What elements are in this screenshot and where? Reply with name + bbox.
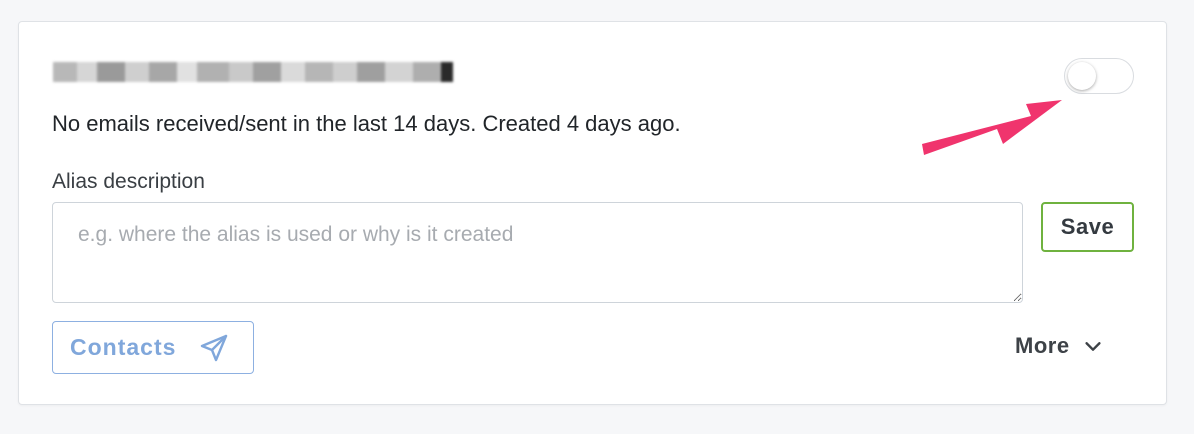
alias-enable-toggle[interactable] [1064,58,1134,94]
more-label: More [1015,333,1070,358]
chevron-down-icon [1082,335,1104,357]
alias-description-label: Alias description [52,170,205,193]
alias-activity-text: No emails received/sent in the last 14 d… [52,111,681,136]
arrow-icon [922,100,1062,155]
alias-card: No emails received/sent in the last 14 d… [18,21,1167,405]
contacts-label: Contacts [70,334,177,360]
send-icon [198,332,230,364]
toggle-knob [1068,62,1096,90]
save-button[interactable]: Save [1041,202,1134,252]
contacts-button[interactable]: Contacts [52,321,254,374]
more-dropdown[interactable]: More [1015,333,1104,359]
alias-description-input[interactable] [52,202,1023,303]
alias-email-redacted [53,62,453,82]
